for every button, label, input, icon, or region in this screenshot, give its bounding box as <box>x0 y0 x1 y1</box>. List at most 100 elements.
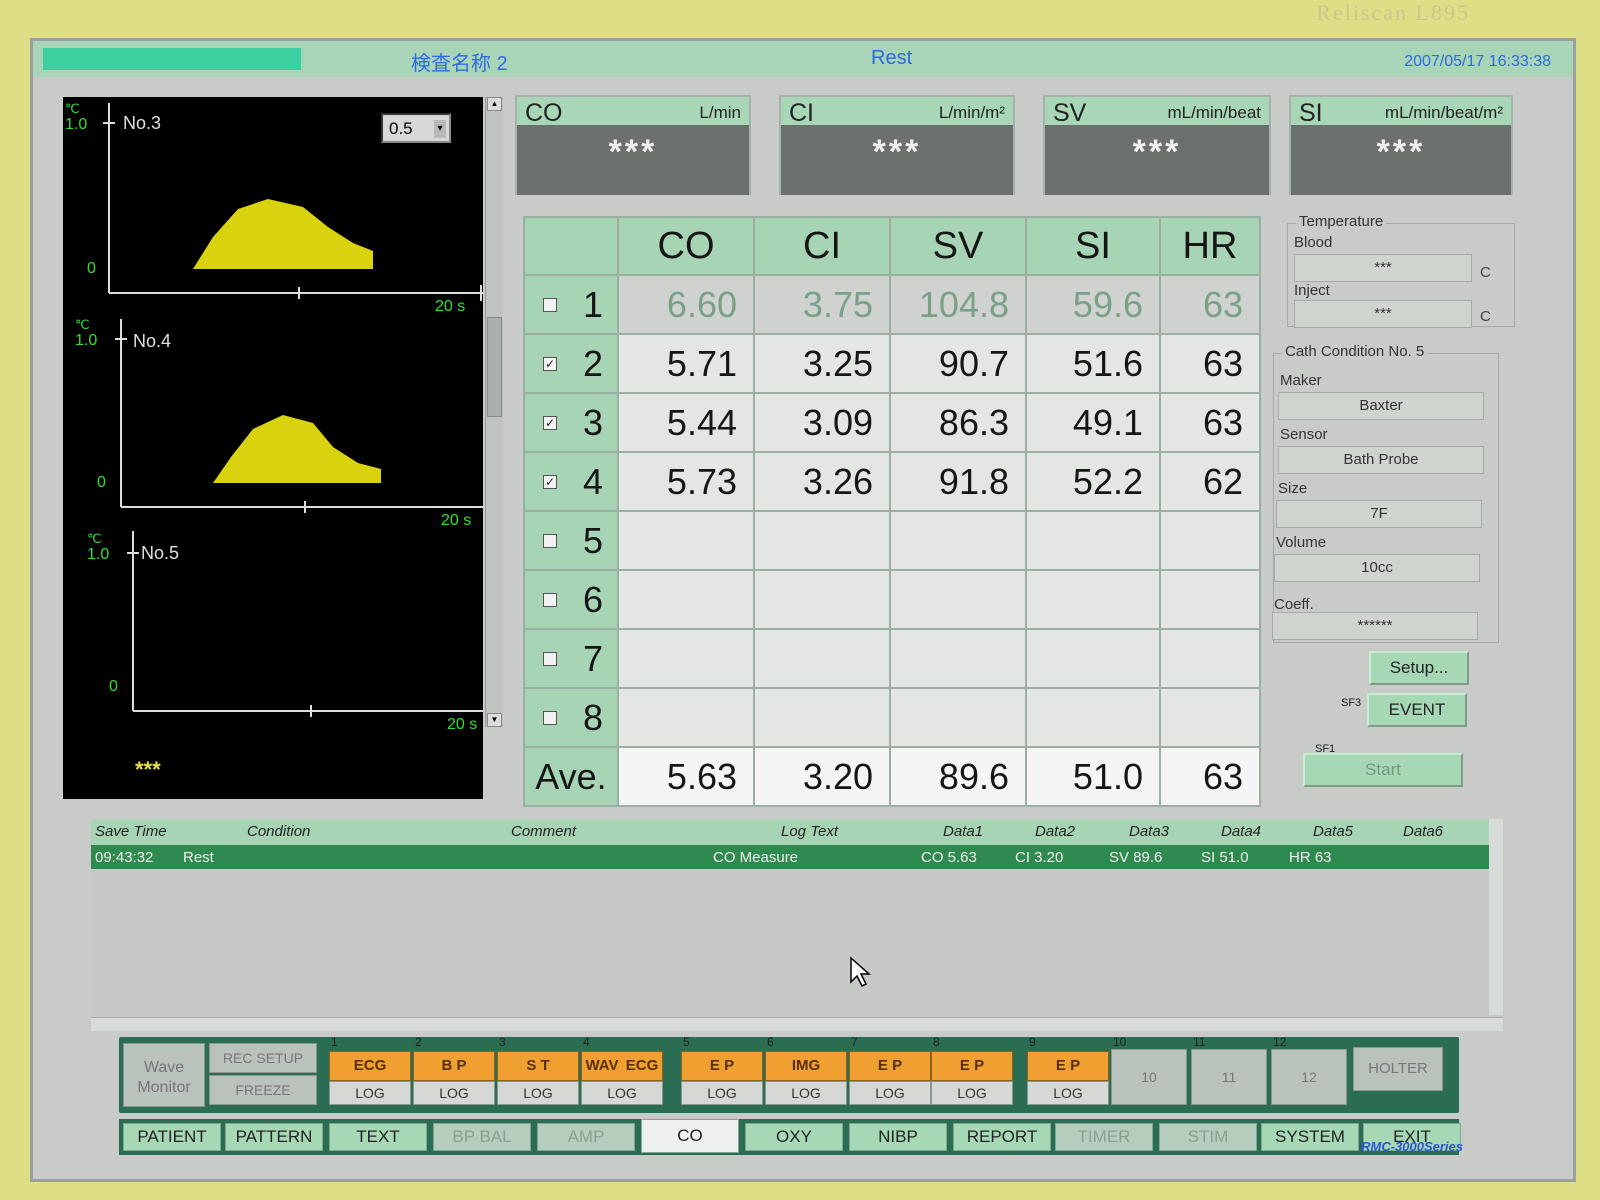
log-button-5[interactable]: E P LOG <box>681 1051 763 1107</box>
row-checkbox[interactable]: ✓ <box>543 357 557 371</box>
tab-nibp[interactable]: NIBP <box>849 1123 947 1151</box>
result-si-value: *** <box>1291 125 1511 195</box>
row-checkbox[interactable] <box>543 593 557 607</box>
average-co: 5.63 <box>617 746 755 807</box>
row-header: 7 <box>523 628 619 689</box>
log-vertical-scrollbar[interactable] <box>1489 819 1503 1015</box>
wave2-ymin: 0 <box>97 474 106 491</box>
log-button-number: 5 <box>683 1035 690 1049</box>
chevron-down-icon[interactable]: ▾ <box>434 120 446 138</box>
log-button-4[interactable]: WAV ECG LOG <box>581 1051 663 1107</box>
tab-patient[interactable]: PATIENT <box>123 1123 221 1151</box>
row-header: ✓ 3 <box>523 392 619 453</box>
empty-button-12[interactable]: 12 <box>1271 1049 1347 1105</box>
log-col-data5: Data5 <box>1313 823 1354 840</box>
log-horizontal-scrollbar[interactable] <box>91 1017 1503 1031</box>
cell-co: 5.73 <box>617 451 755 512</box>
cell-si: 49.1 <box>1025 392 1161 453</box>
row-number: 3 <box>582 401 603 443</box>
holter-button[interactable]: HOLTER <box>1353 1047 1443 1091</box>
wave3-unit: ℃ <box>87 531 102 546</box>
tab-report[interactable]: REPORT <box>953 1123 1051 1151</box>
log-button-9[interactable]: E P LOG <box>1027 1051 1109 1107</box>
table-row: ✓ 4 5.73 3.26 91.8 52.2 62 <box>523 451 1261 512</box>
wave3-ymax: 1.0 <box>87 546 109 563</box>
table-corner <box>523 216 619 276</box>
empty-button-11[interactable]: 11 <box>1191 1049 1267 1105</box>
row-checkbox[interactable]: ✓ <box>543 416 557 430</box>
col-header-ci: CI <box>753 216 891 276</box>
row-checkbox[interactable] <box>543 652 557 666</box>
cell-si <box>1025 628 1161 689</box>
average-ci: 3.20 <box>753 746 891 807</box>
cell-sv <box>889 510 1027 571</box>
cell-hr: 63 <box>1159 392 1261 453</box>
tab-pattern[interactable]: PATTERN <box>225 1123 323 1151</box>
empty-button-10[interactable]: 10 <box>1111 1049 1187 1105</box>
wave2-ymax: 1.0 <box>75 332 97 349</box>
log-button-3[interactable]: S T LOG <box>497 1051 579 1107</box>
cell-co: 5.71 <box>617 333 755 394</box>
cell-si: 51.6 <box>1025 333 1161 394</box>
freeze-button[interactable]: FREEZE <box>209 1075 317 1105</box>
tab-text[interactable]: TEXT <box>329 1123 427 1151</box>
row-number: 5 <box>582 519 603 561</box>
inject-label: Inject <box>1294 282 1330 299</box>
row-number: 4 <box>582 460 603 502</box>
event-button[interactable]: EVENT <box>1367 693 1467 727</box>
cell-ci: 3.09 <box>753 392 891 453</box>
coeff-field: ****** <box>1272 612 1478 640</box>
cell-co: 5.44 <box>617 392 755 453</box>
scrollbar-thumb[interactable] <box>487 317 502 417</box>
result-si-name: SI <box>1299 99 1323 127</box>
tab-timer[interactable]: TIMER <box>1055 1123 1153 1151</box>
datetime: 2007/05/17 16:33:38 <box>1404 53 1551 70</box>
waveform-scrollbar[interactable]: ▲ ▼ <box>485 97 503 727</box>
average-hr: 63 <box>1159 746 1261 807</box>
log-text: CO Measure <box>713 849 799 866</box>
series-label: RMC-3000Series <box>1361 1139 1463 1154</box>
tab-oxy[interactable]: OXY <box>745 1123 843 1151</box>
log-button-7[interactable]: E P LOG <box>849 1051 931 1107</box>
log-button-2[interactable]: B P LOG <box>413 1051 495 1107</box>
tab-bp-bal[interactable]: BP BAL <box>433 1123 531 1151</box>
col-header-co: CO <box>617 216 755 276</box>
log-col-data4: Data4 <box>1221 823 1262 840</box>
tab-system[interactable]: SYSTEM <box>1261 1123 1359 1151</box>
result-sv-unit: mL/min/beat <box>1167 103 1261 122</box>
cell-ci <box>753 569 891 630</box>
tab-amp[interactable]: AMP <box>537 1123 635 1151</box>
setup-button[interactable]: Setup... <box>1369 651 1469 685</box>
row-header: ✓ 2 <box>523 333 619 394</box>
table-header-row: CO CI SV SI HR <box>523 216 1261 276</box>
row-checkbox[interactable] <box>543 534 557 548</box>
log-button-top-right: ECG <box>625 1057 659 1074</box>
log-row[interactable]: 09:43:32 Rest CO Measure CO 5.63 CI 3.20… <box>91 845 1503 869</box>
rec-setup-button[interactable]: REC SETUP <box>209 1043 317 1073</box>
wave-monitor-button[interactable]: Wave Monitor <box>123 1043 205 1107</box>
log-button-number: 8 <box>933 1035 940 1049</box>
cell-hr <box>1159 687 1261 748</box>
scroll-up-icon[interactable]: ▲ <box>487 97 502 111</box>
log-button-8[interactable]: E P LOG <box>931 1051 1013 1107</box>
log-button-top-left: WAV <box>585 1057 619 1074</box>
log-button-6[interactable]: IMG LOG <box>765 1051 847 1107</box>
row-checkbox[interactable] <box>543 711 557 725</box>
sensor-label: Sensor <box>1280 426 1328 443</box>
row-checkbox[interactable]: ✓ <box>543 475 557 489</box>
wave1-xmax: 20 s <box>435 298 465 315</box>
tab-co[interactable]: CO <box>641 1119 739 1153</box>
start-button[interactable]: Start <box>1303 753 1463 787</box>
cell-ci <box>753 510 891 571</box>
log-col-data1: Data1 <box>943 823 984 840</box>
log-button-1[interactable]: ECG LOG <box>329 1051 411 1107</box>
scroll-down-icon[interactable]: ▼ <box>487 713 502 727</box>
tab-bar: PATIENT PATTERN TEXT BP BAL AMP CO OXY NIBP REPO… <box>119 1119 1461 1155</box>
row-checkbox[interactable] <box>543 298 557 312</box>
tab-stim[interactable]: STIM <box>1159 1123 1257 1151</box>
row-number: 6 <box>582 578 603 620</box>
scale-select[interactable]: 0.5 ▾ <box>381 113 451 143</box>
blood-unit: C <box>1480 264 1491 281</box>
cell-hr: 62 <box>1159 451 1261 512</box>
waveform-no5: ℃ 1.0 0 No.5 20 s <box>87 531 483 733</box>
